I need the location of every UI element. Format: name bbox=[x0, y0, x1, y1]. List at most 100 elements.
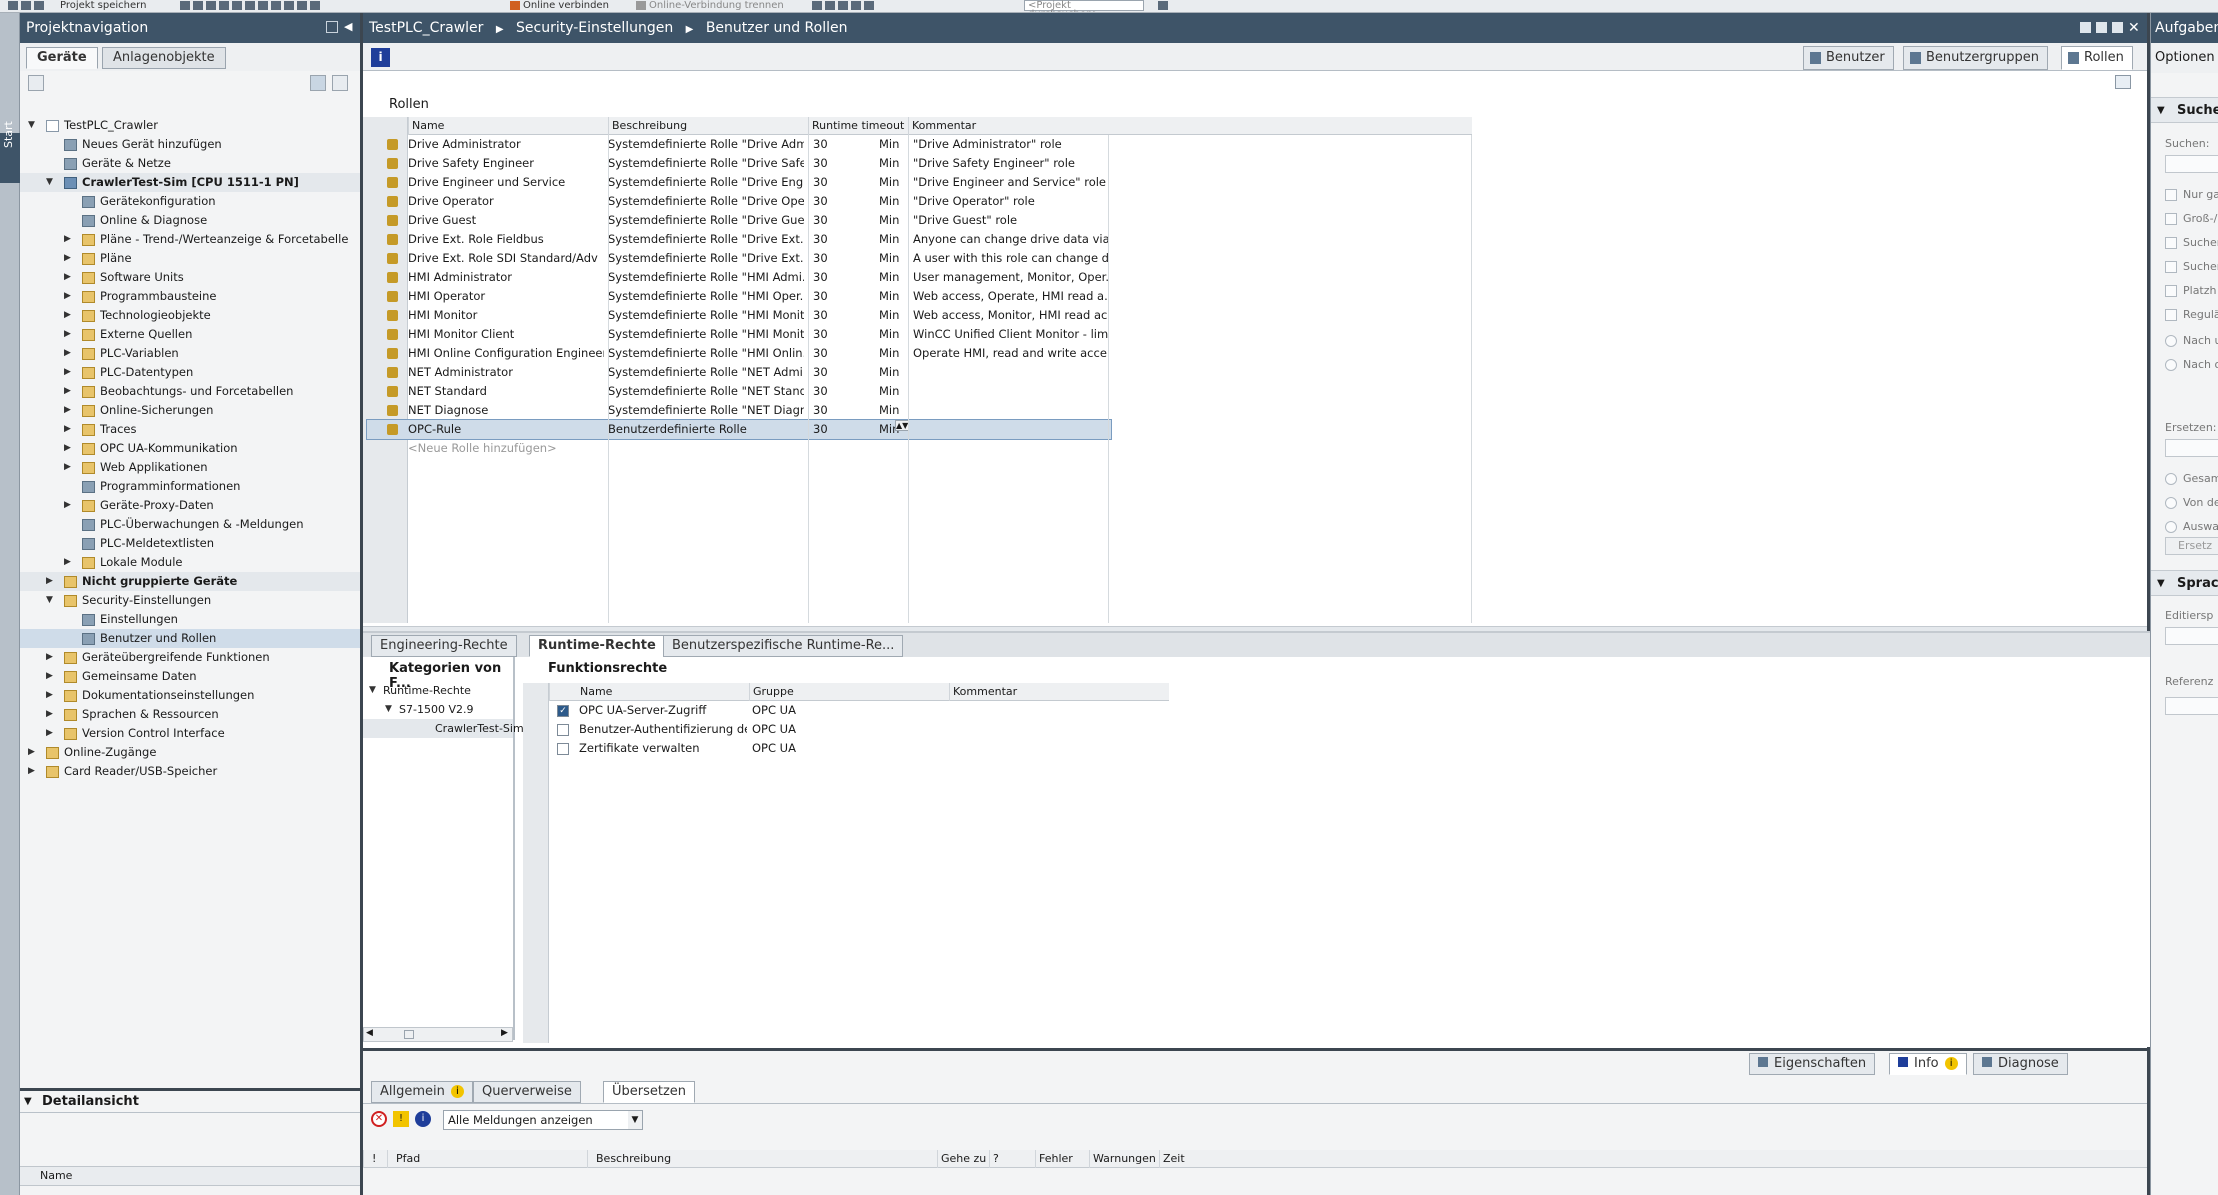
col-comment[interactable]: Kommentar bbox=[908, 117, 1108, 135]
expand-right-icon[interactable]: ▶ bbox=[46, 667, 56, 686]
expand-right-icon[interactable]: ▶ bbox=[64, 401, 74, 420]
refresh-tree-icon[interactable] bbox=[332, 75, 348, 91]
expand-right-icon[interactable]: ▶ bbox=[64, 553, 74, 572]
expand-right-icon[interactable]: ▶ bbox=[64, 249, 74, 268]
msg-col-help[interactable]: ? bbox=[989, 1150, 1035, 1168]
copy-icon[interactable] bbox=[206, 0, 216, 10]
tree-item[interactable]: ▶ Card Reader/USB-Speicher bbox=[20, 762, 360, 781]
tree-item[interactable]: ▶ PLC-Variablen bbox=[20, 344, 360, 363]
chevron-down-icon[interactable]: ▼ bbox=[24, 1091, 32, 1113]
replace-button[interactable]: Ersetz bbox=[2165, 537, 2218, 555]
expand-right-icon[interactable]: ▶ bbox=[64, 363, 74, 382]
breadcrumb-users-roles[interactable]: Benutzer und Rollen bbox=[706, 20, 848, 36]
tree-item[interactable]: ▶ Beobachtungs- und Forcetabellen bbox=[20, 382, 360, 401]
timeout-spinner-icon[interactable]: ▲▼ bbox=[895, 420, 909, 431]
tab-user-groups[interactable]: Benutzergruppen bbox=[1903, 46, 2049, 70]
detail-view-header[interactable]: ▼ Detailansicht bbox=[20, 1091, 360, 1113]
categories-scrollbar[interactable]: ◀ ▶ bbox=[363, 1027, 513, 1042]
expand-down-icon[interactable]: ▼ bbox=[369, 681, 379, 700]
role-name[interactable]: OPC-Rule bbox=[408, 420, 604, 439]
info-filter-icon[interactable]: i bbox=[415, 1111, 431, 1127]
expand-down-icon[interactable]: ▼ bbox=[28, 116, 38, 135]
tree-item[interactable]: ▶ Pläne bbox=[20, 249, 360, 268]
scroll-right-icon[interactable]: ▶ bbox=[501, 1028, 508, 1038]
replace-scope-radio[interactable] bbox=[2165, 521, 2177, 533]
category-item[interactable]: CrawlerTest-Sim bbox=[363, 719, 524, 738]
tree-item[interactable]: ▶ Gemeinsame Daten bbox=[20, 667, 360, 686]
project-search-input[interactable]: <Projekt durchsuchen> bbox=[1024, 0, 1144, 12]
tab-engineering-rights[interactable]: Engineering-Rechte bbox=[371, 635, 517, 657]
search-option-checkbox[interactable] bbox=[2165, 237, 2177, 249]
tab-info[interactable]: Info i bbox=[1889, 1053, 1967, 1075]
tree-item[interactable]: Neues Gerät hinzufügen bbox=[20, 135, 360, 154]
right-row[interactable]: Benutzer-Authentifizierung des OP... OPC … bbox=[549, 720, 1169, 739]
tree-item[interactable]: ▶ Online-Zugänge bbox=[20, 743, 360, 762]
expand-right-icon[interactable]: ▶ bbox=[28, 743, 38, 762]
tab-cross-references[interactable]: Querverweise bbox=[473, 1081, 581, 1103]
languages-section[interactable]: ▼ Sprach bbox=[2151, 570, 2218, 596]
right-row[interactable]: Zertifikate verwalten OPC UA bbox=[549, 739, 1169, 758]
tree-item[interactable]: ▶ OPC UA-Kommunikation bbox=[20, 439, 360, 458]
expand-right-icon[interactable]: ▶ bbox=[46, 648, 56, 667]
expand-down-icon[interactable]: ▼ bbox=[46, 591, 56, 610]
chevron-down-icon[interactable]: ▼ bbox=[628, 1111, 642, 1129]
add-role-row[interactable]: <Neue Rolle hinzufügen> bbox=[367, 439, 1111, 458]
collapse-panel-icon[interactable]: ◀ bbox=[344, 21, 356, 33]
msg-col-description[interactable]: Beschreibung bbox=[587, 1150, 937, 1168]
role-row[interactable]: Drive Ext. Role SDI Standard/Adv Systemde… bbox=[367, 249, 1111, 268]
expand-down-icon[interactable]: ▼ bbox=[46, 173, 56, 192]
search-option-checkbox[interactable] bbox=[2165, 309, 2177, 321]
expand-right-icon[interactable]: ▶ bbox=[64, 344, 74, 363]
tree-item[interactable]: Gerätekonfiguration bbox=[20, 192, 360, 211]
category-item[interactable]: ▼ S7-1500 V2.9 bbox=[363, 700, 513, 719]
expand-right-icon[interactable]: ▶ bbox=[46, 572, 56, 591]
tree-item[interactable]: ▶ Dokumentationseinstellungen bbox=[20, 686, 360, 705]
expand-right-icon[interactable]: ▶ bbox=[64, 306, 74, 325]
tree-item[interactable]: ▶ Geräte-Proxy-Daten bbox=[20, 496, 360, 515]
tree-item[interactable]: Benutzer und Rollen bbox=[20, 629, 360, 648]
tab-general[interactable]: Allgemein i bbox=[371, 1081, 473, 1103]
category-item[interactable]: ▼ Runtime-Rechte bbox=[363, 681, 513, 700]
expand-down-icon[interactable]: ▼ bbox=[385, 700, 395, 719]
tree-item[interactable]: PLC-Überwachungen & -Meldungen bbox=[20, 515, 360, 534]
expand-right-icon[interactable]: ▶ bbox=[46, 705, 56, 724]
expand-right-icon[interactable]: ▶ bbox=[64, 439, 74, 458]
search-option-checkbox[interactable] bbox=[2165, 213, 2177, 225]
scroll-thumb[interactable] bbox=[404, 1030, 414, 1039]
tab-runtime-rights[interactable]: Runtime-Rechte bbox=[529, 635, 665, 657]
detail-name-column[interactable]: Name bbox=[20, 1166, 360, 1186]
tree-item[interactable]: ▶ Nicht gruppierte Geräte bbox=[20, 572, 360, 591]
start-vertical-tab[interactable]: Start bbox=[0, 13, 20, 1195]
tab-users[interactable]: Benutzer bbox=[1803, 46, 1894, 70]
role-row[interactable]: Drive Administrator Systemdefinierte Roll… bbox=[367, 135, 1111, 154]
settings-icon[interactable] bbox=[2115, 75, 2131, 89]
msg-col-errors[interactable]: Fehler bbox=[1035, 1150, 1089, 1168]
warning-filter-icon[interactable]: ! bbox=[393, 1111, 409, 1127]
msg-col-path[interactable]: Pfad bbox=[387, 1150, 587, 1168]
tab-devices[interactable]: Geräte bbox=[26, 47, 98, 69]
search-direction-radio[interactable] bbox=[2165, 335, 2177, 347]
simulation-icon[interactable] bbox=[310, 0, 320, 10]
expand-right-icon[interactable]: ▶ bbox=[64, 458, 74, 477]
tree-item[interactable]: ▶ Sprachen & Ressourcen bbox=[20, 705, 360, 724]
expand-right-icon[interactable]: ▶ bbox=[64, 230, 74, 249]
search-option-checkbox[interactable] bbox=[2165, 261, 2177, 273]
tree-item[interactable]: ▼ Security-Einstellungen bbox=[20, 591, 360, 610]
col-runtime-timeout[interactable]: Runtime timeout bbox=[808, 117, 908, 135]
role-row[interactable]: HMI Administrator Systemdefinierte Rolle … bbox=[367, 268, 1111, 287]
role-timeout[interactable]: 30 bbox=[813, 420, 843, 439]
cut-icon[interactable] bbox=[193, 0, 203, 10]
role-row[interactable]: Drive Engineer und Service Systemdefinier… bbox=[367, 173, 1111, 192]
new-project-icon[interactable] bbox=[8, 0, 18, 10]
restore-icon[interactable] bbox=[2096, 22, 2107, 33]
tree-item[interactable]: Einstellungen bbox=[20, 610, 360, 629]
role-description[interactable]: Benutzerdefinierte Rolle bbox=[608, 420, 804, 439]
paste-icon[interactable] bbox=[219, 0, 229, 10]
tree-item[interactable]: ▶ Programmbausteine bbox=[20, 287, 360, 306]
rights-col-group[interactable]: Gruppe bbox=[749, 683, 949, 701]
tasks-options[interactable]: Optionen bbox=[2151, 43, 2218, 73]
delete-icon[interactable] bbox=[232, 0, 242, 10]
role-row[interactable]: Drive Ext. Role Fieldbus Systemdefinierte… bbox=[367, 230, 1111, 249]
pin-icon[interactable] bbox=[326, 21, 338, 33]
print-icon[interactable] bbox=[180, 0, 190, 10]
